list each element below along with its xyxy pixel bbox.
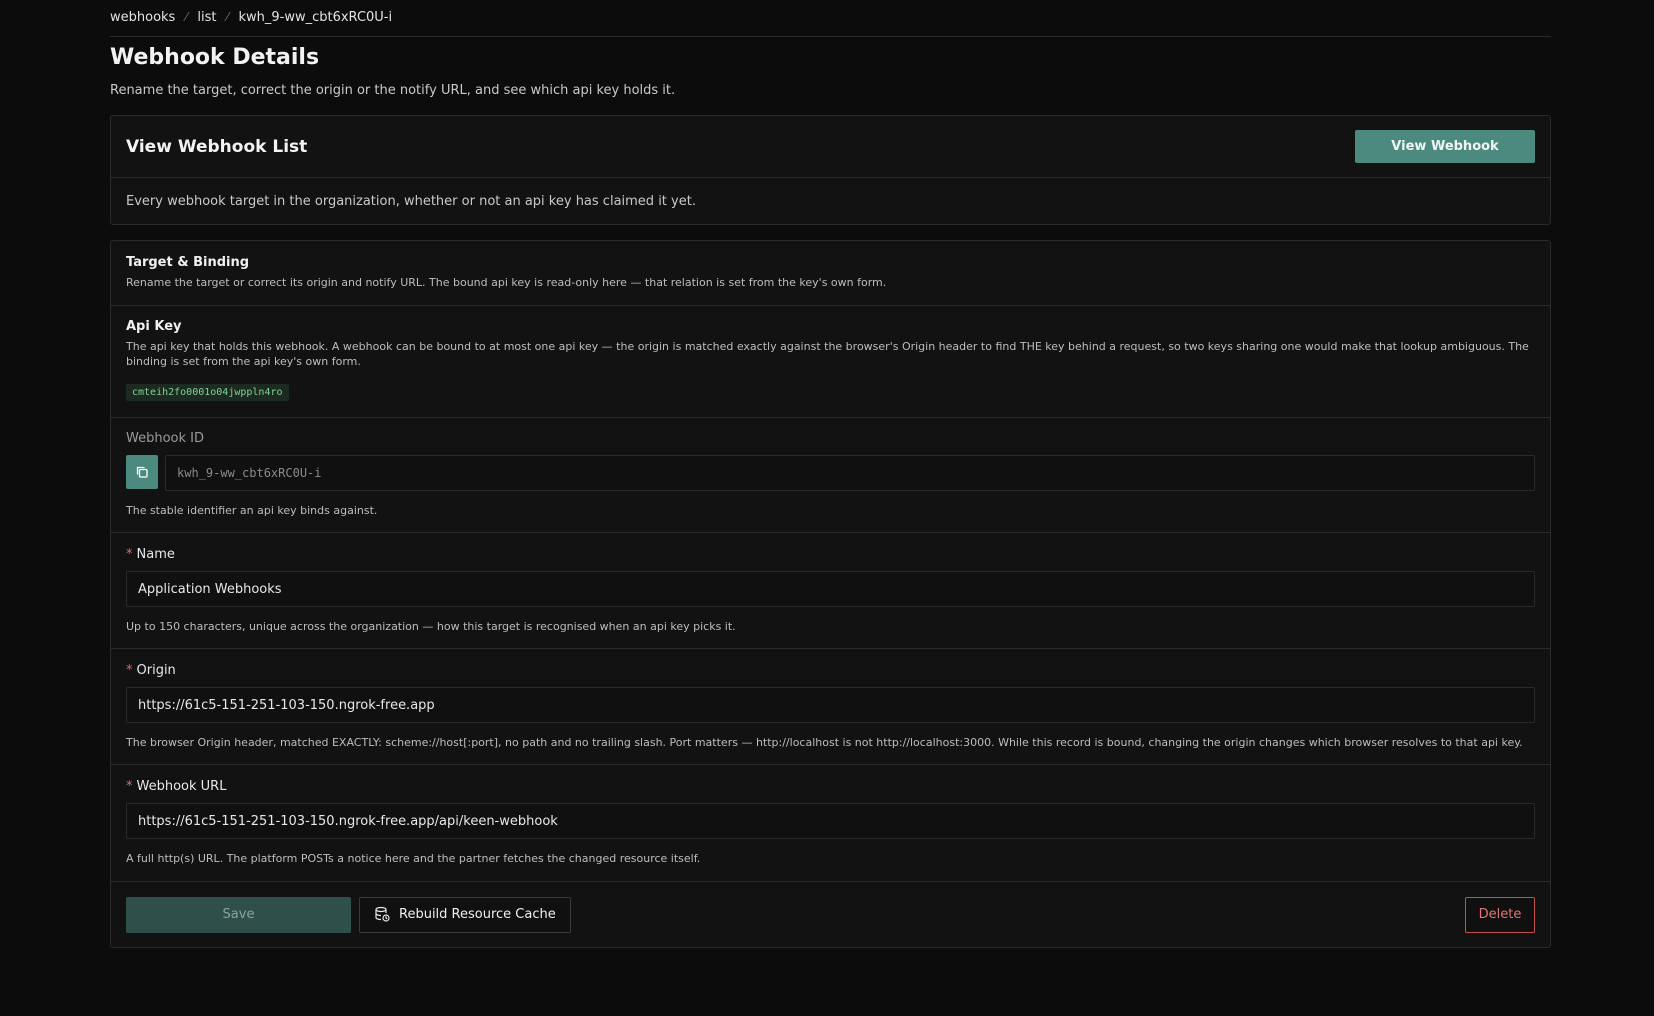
name-section: *Name Up to 150 characters, unique acros…	[111, 533, 1550, 649]
copy-id-button[interactable]	[126, 455, 158, 489]
required-mark: *	[126, 547, 133, 562]
required-mark: *	[126, 663, 133, 678]
section-title: Target & Binding	[126, 255, 250, 270]
view-webhook-button[interactable]: View Webhook	[1355, 130, 1535, 163]
name-help: Up to 150 characters, unique across the …	[126, 620, 736, 633]
breadcrumb-list[interactable]: list	[197, 10, 216, 25]
page: webhooks ⁄ list ⁄ kwh_9-ww_cbt6xRC0U-i W…	[110, 0, 1551, 948]
rebuild-cache-button[interactable]: Rebuild Resource Cache	[359, 896, 571, 933]
webhook-url-help: A full http(s) URL. The platform POSTs a…	[126, 852, 701, 865]
webhook-id-row	[126, 455, 1535, 491]
database-refresh-icon	[374, 906, 391, 923]
name-input[interactable]	[126, 571, 1535, 607]
breadcrumb-separator: ⁄	[226, 10, 229, 24]
origin-section: *Origin The browser Origin header, match…	[111, 649, 1550, 765]
origin-help: The browser Origin header, matched EXACT…	[126, 736, 1523, 749]
breadcrumb-current: kwh_9-ww_cbt6xRC0U-i	[238, 9, 393, 25]
rebuild-cache-label: Rebuild Resource Cache	[399, 907, 556, 922]
webhook-list-description: Every webhook target in the organization…	[126, 193, 696, 209]
webhook-id-help: The stable identifier an api key binds a…	[126, 504, 378, 517]
breadcrumb: webhooks ⁄ list ⁄ kwh_9-ww_cbt6xRC0U-i	[110, 0, 1551, 37]
copy-icon	[135, 465, 149, 479]
webhook-id-label: Webhook ID	[126, 431, 204, 446]
webhook-id-section: Webhook ID The stable identifier an api …	[111, 418, 1550, 533]
api-key-label: Api Key	[126, 319, 182, 334]
name-label-row: * Name	[126, 547, 1535, 562]
breadcrumb-separator: ⁄	[185, 10, 188, 24]
breadcrumb-webhooks[interactable]: webhooks	[110, 10, 175, 25]
origin-label: Origin	[136, 663, 176, 678]
page-title: Webhook Details	[110, 45, 320, 70]
origin-label-row: * Origin	[126, 663, 1535, 678]
form-footer: Save Rebuild Resource Cache Delete	[111, 882, 1550, 947]
api-key-description: The api key that holds this webhook. A w…	[126, 340, 1529, 368]
webhook-list-header: View Webhook List View Webhook	[111, 116, 1550, 178]
section-description: Rename the target or correct its origin …	[126, 276, 887, 289]
webhook-id-field[interactable]	[165, 455, 1535, 491]
delete-button[interactable]: Delete	[1465, 896, 1535, 933]
webhook-url-input[interactable]	[126, 803, 1535, 839]
webhook-url-section: *Webhook URL A full http(s) URL. The pla…	[111, 765, 1550, 882]
target-binding-section: Target & Binding Rename the target or co…	[111, 241, 1550, 306]
webhook-list-card: View Webhook List View Webhook Every web…	[110, 115, 1551, 225]
webhook-form-card: Target & Binding Rename the target or co…	[110, 240, 1551, 948]
api-key-section: Api Key The api key that holds this webh…	[111, 306, 1550, 418]
webhook-url-label: Webhook URL	[136, 779, 227, 794]
page-subtitle: Rename the target, correct the origin or…	[110, 83, 676, 98]
webhook-url-label-row: * Webhook URL	[126, 779, 1535, 794]
required-mark: *	[126, 779, 133, 794]
save-button[interactable]: Save	[126, 896, 351, 933]
api-key-value: cmteih2fo0001o04jwppln4ro	[126, 384, 289, 401]
name-label: Name	[136, 547, 175, 562]
origin-input[interactable]	[126, 687, 1535, 723]
webhook-list-title: View Webhook List	[126, 136, 308, 157]
